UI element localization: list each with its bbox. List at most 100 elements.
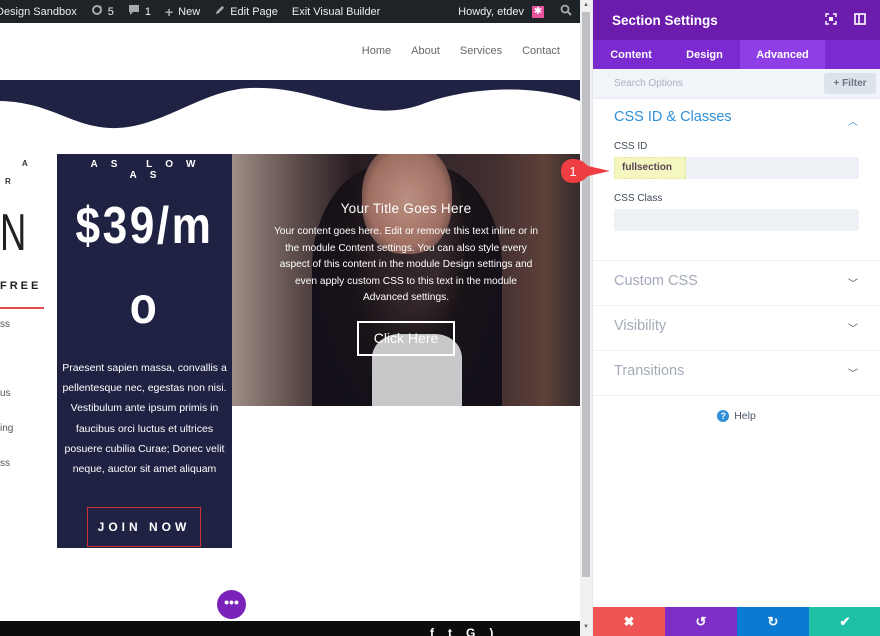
new-label: New bbox=[178, 5, 201, 18]
redo-button[interactable]: ↻ bbox=[737, 607, 809, 636]
google-plus-icon[interactable]: G bbox=[466, 626, 475, 636]
site-name-link[interactable]: Design Sandbox bbox=[0, 6, 77, 18]
css-id-field[interactable]: fullsection bbox=[614, 157, 859, 179]
price-value: $39/m o bbox=[70, 186, 219, 346]
chevron-down-icon[interactable]: ﹀ bbox=[848, 320, 858, 335]
redo-icon: ↻ bbox=[767, 613, 779, 629]
tab-content[interactable]: Content bbox=[593, 40, 669, 69]
scroll-down-arrow-icon[interactable]: ▼ bbox=[582, 624, 590, 634]
page-canvas: Home About Services Contact A R N FREE s… bbox=[0, 23, 580, 636]
price-card: AS LOW AS $39/m o Praesent sapien massa,… bbox=[57, 154, 232, 548]
rss-icon[interactable]: ) bbox=[489, 626, 493, 636]
group-custom-css[interactable]: Custom CSS ﹀ bbox=[593, 261, 880, 306]
left-big-letter: N bbox=[0, 204, 27, 262]
price-eyebrow: AS LOW AS bbox=[90, 159, 209, 181]
blurb-title: Your Title Goes Here bbox=[340, 201, 472, 216]
left-list-item: ing bbox=[0, 423, 14, 434]
css-id-value[interactable]: fullsection bbox=[614, 157, 686, 179]
comments-count: 1 bbox=[144, 5, 151, 18]
section-settings-panel: Section Settings Content Design Advanced… bbox=[592, 0, 880, 636]
page-scrollbar[interactable]: ▲ ▼ bbox=[580, 0, 592, 636]
image-blurb-card: Your Title Goes Here Your content goes h… bbox=[232, 154, 580, 406]
price-line-1: $39/m bbox=[75, 197, 214, 255]
comment-icon bbox=[128, 4, 140, 19]
new-content-link[interactable]: + New bbox=[165, 4, 200, 20]
main-nav: Home About Services Contact bbox=[362, 45, 560, 57]
left-small-r: R bbox=[5, 177, 11, 186]
updates-count: 5 bbox=[107, 5, 114, 18]
save-button[interactable]: ✔ bbox=[809, 607, 880, 636]
panel-title: Section Settings bbox=[612, 12, 718, 28]
search-icon[interactable] bbox=[560, 4, 572, 19]
group-css-id-classes: CSS ID & Classes ︿ CSS ID fullsection CS… bbox=[593, 99, 880, 261]
chevron-down-icon[interactable]: ﹀ bbox=[848, 365, 858, 380]
left-pricing-column: A R N FREE ss us ing ss bbox=[0, 153, 50, 469]
undo-button[interactable]: ↺ bbox=[665, 607, 737, 636]
social-icons: f t G ) bbox=[430, 626, 493, 636]
user-greeting[interactable]: Howdy, etdev bbox=[458, 6, 524, 18]
builder-more-options-button[interactable]: ••• bbox=[217, 590, 246, 619]
nav-about[interactable]: About bbox=[411, 45, 440, 57]
css-class-label: CSS Class bbox=[614, 193, 663, 204]
edit-page-label: Edit Page bbox=[230, 5, 278, 18]
chevron-up-icon[interactable]: ︿ bbox=[848, 113, 858, 128]
facebook-icon[interactable]: f bbox=[430, 626, 434, 636]
nav-services[interactable]: Services bbox=[460, 45, 502, 57]
group-title[interactable]: Visibility bbox=[614, 306, 859, 350]
group-transitions[interactable]: Transitions ﹀ bbox=[593, 351, 880, 396]
blurb-body: Your content goes here. Edit or remove t… bbox=[273, 226, 539, 303]
screen: Design Sandbox 5 1 + New Edit Page Exit … bbox=[0, 0, 880, 636]
group-title[interactable]: CSS ID & Classes bbox=[614, 99, 859, 141]
edit-page-link[interactable]: Edit Page bbox=[214, 5, 278, 19]
join-now-button[interactable]: JOIN NOW bbox=[87, 507, 201, 547]
scrollbar-thumb[interactable] bbox=[582, 12, 590, 577]
tab-advanced[interactable]: Advanced bbox=[740, 40, 825, 69]
left-list-item: ss bbox=[0, 319, 10, 330]
css-class-field[interactable] bbox=[614, 209, 859, 231]
site-name-label: Design Sandbox bbox=[0, 5, 77, 18]
nav-home[interactable]: Home bbox=[362, 45, 391, 57]
left-list-item: us bbox=[0, 388, 11, 399]
twitter-icon[interactable]: t bbox=[448, 626, 452, 636]
group-title[interactable]: Transitions bbox=[614, 351, 859, 395]
scroll-up-arrow-icon[interactable]: ▲ bbox=[582, 2, 590, 12]
search-options-bar: Search Options + Filter bbox=[593, 69, 880, 99]
left-free-label: FREE bbox=[0, 280, 42, 292]
wave-divider bbox=[0, 80, 580, 129]
search-options-input[interactable]: Search Options bbox=[614, 78, 683, 89]
nav-contact[interactable]: Contact bbox=[522, 45, 560, 57]
price-line-2: o bbox=[129, 277, 160, 335]
undo-icon: ↺ bbox=[695, 613, 707, 629]
filter-button[interactable]: + Filter bbox=[824, 73, 876, 94]
chevron-down-icon[interactable]: ﹀ bbox=[848, 275, 858, 290]
step-callout-badge: 1 bbox=[561, 159, 610, 183]
click-here-button[interactable]: Click Here bbox=[357, 321, 455, 356]
help-link[interactable]: ? Help bbox=[593, 410, 880, 422]
panel-actions: ✖ ↺ ↻ ✔ bbox=[593, 607, 880, 636]
pencil-icon bbox=[214, 5, 225, 19]
group-visibility[interactable]: Visibility ﹀ bbox=[593, 306, 880, 351]
dock-panel-icon[interactable] bbox=[854, 13, 866, 25]
panel-tabs: Content Design Advanced bbox=[593, 40, 880, 69]
exit-builder-label: Exit Visual Builder bbox=[291, 5, 381, 18]
fullscreen-icon[interactable] bbox=[825, 13, 837, 25]
css-id-label: CSS ID bbox=[614, 141, 648, 152]
panel-header: Section Settings bbox=[593, 0, 880, 40]
plus-icon: + bbox=[164, 3, 174, 20]
help-label: Help bbox=[734, 410, 756, 422]
exit-visual-builder-link[interactable]: Exit Visual Builder bbox=[292, 6, 380, 18]
updates-icon bbox=[91, 4, 103, 19]
footer-bar: f t G ) bbox=[0, 621, 580, 636]
cancel-button[interactable]: ✖ bbox=[593, 607, 665, 636]
price-description: Praesent sapien massa, convallis a pelle… bbox=[62, 362, 227, 476]
callout-number: 1 bbox=[569, 164, 576, 179]
tab-design[interactable]: Design bbox=[669, 40, 740, 69]
admin-bar: Design Sandbox 5 1 + New Edit Page Exit … bbox=[0, 0, 580, 23]
group-title[interactable]: Custom CSS bbox=[614, 261, 859, 305]
left-accent-line bbox=[0, 307, 44, 309]
comments-link[interactable]: 1 bbox=[128, 4, 151, 19]
avatar[interactable]: ✱ bbox=[532, 5, 544, 18]
updates-link[interactable]: 5 bbox=[91, 4, 114, 19]
close-icon: ✖ bbox=[623, 613, 635, 629]
left-list-item: ss bbox=[0, 458, 10, 469]
